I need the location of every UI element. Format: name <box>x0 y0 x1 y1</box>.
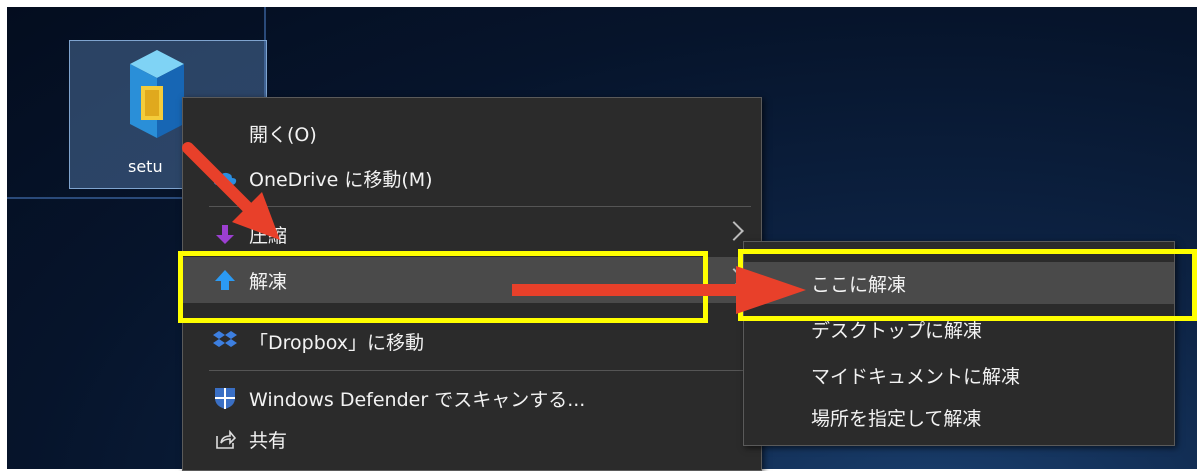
submenu-item-label: マイドキュメントに解凍 <box>811 365 1021 388</box>
menu-item-label: 「Dropbox」に移動 <box>249 331 425 354</box>
share-icon <box>213 427 237 451</box>
submenu-chevron-icon <box>724 221 744 241</box>
desktop-icon-label[interactable]: setu <box>128 157 173 176</box>
annotation-arrow-diagonal <box>182 142 280 240</box>
menu-item-share[interactable]: 共有 <box>183 417 761 461</box>
annotation-arrow-horizontal <box>512 266 806 314</box>
menu-item-dropbox[interactable]: 「Dropbox」に移動 <box>183 319 761 363</box>
submenu-item-extract-choose-location[interactable]: 場所を指定して解凍 <box>744 396 1174 438</box>
submenu-item-extract-documents[interactable]: マイドキュメントに解凍 <box>744 354 1174 396</box>
wallpaper-edge <box>7 197 197 199</box>
archive-file-icon[interactable] <box>128 48 186 140</box>
submenu-item-label: 場所を指定して解凍 <box>811 407 982 430</box>
menu-separator <box>209 206 751 207</box>
menu-item-defender-scan[interactable]: Windows Defender でスキャンする... <box>183 376 761 420</box>
menu-item-label: 共有 <box>249 429 288 452</box>
defender-shield-icon <box>213 386 237 410</box>
dropbox-icon <box>213 329 237 353</box>
menu-item-label: Windows Defender でスキャンする... <box>249 388 586 411</box>
menu-separator <box>209 370 751 371</box>
